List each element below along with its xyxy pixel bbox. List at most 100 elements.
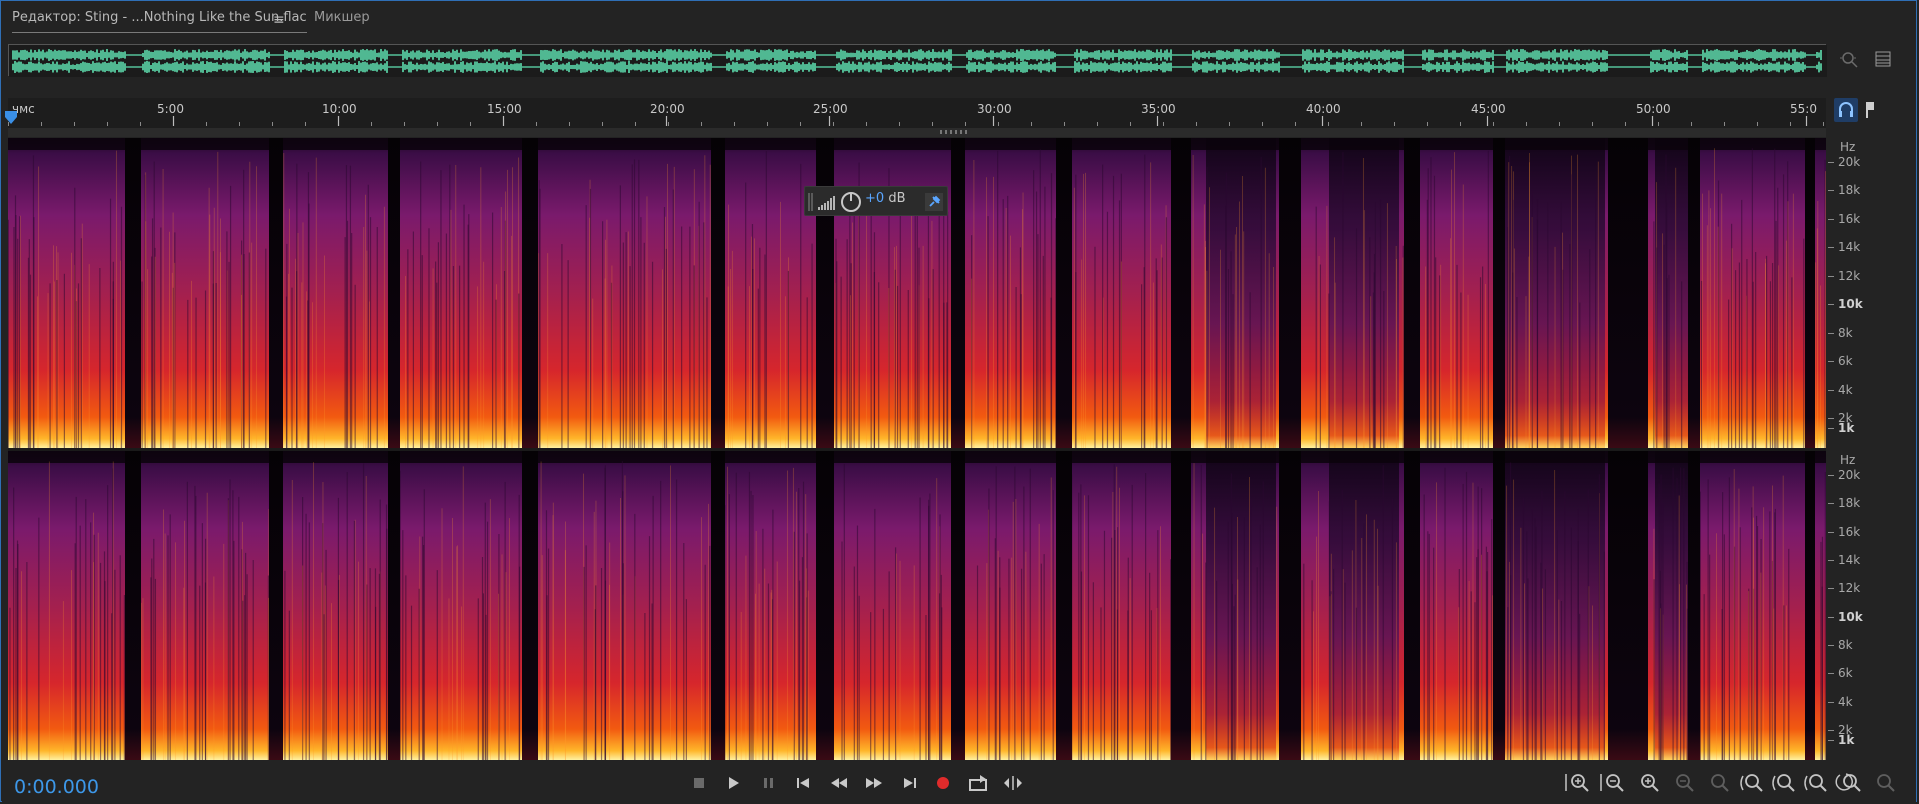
rewind-icon[interactable]	[826, 772, 852, 794]
overview-waveform[interactable]	[8, 44, 1827, 77]
ruler-label: 55:0	[1790, 102, 1817, 116]
zoom-full-icon[interactable]	[1800, 771, 1830, 795]
left-track-gap	[711, 138, 725, 448]
frequency-tick-label: 16k	[1838, 524, 1861, 539]
frequency-tick-label: 14k	[1838, 240, 1861, 255]
loop-playback-icon[interactable]	[965, 772, 991, 794]
frequency-tick	[1828, 503, 1834, 505]
volume-knob-icon[interactable]	[840, 191, 862, 213]
zoom-in-right-icon[interactable]	[1768, 771, 1798, 795]
frequency-tick-label: 10k	[1838, 297, 1863, 312]
right-track-gap	[1056, 451, 1072, 760]
headphones-icon	[1839, 102, 1853, 117]
right-track-gap	[388, 451, 400, 760]
frequency-tick-label: 10k	[1838, 609, 1863, 624]
frequency-tick	[1828, 332, 1834, 334]
frequency-tick-label: 8k	[1838, 325, 1853, 340]
ruler-label: 25:00	[813, 102, 848, 116]
frequency-tick-label: 20k	[1838, 468, 1861, 482]
playhead-marker[interactable]	[4, 110, 18, 126]
right-track-gap	[1404, 451, 1420, 760]
pause-icon[interactable]	[756, 772, 782, 794]
frequency-tick	[1828, 162, 1834, 163]
frequency-tick	[1828, 475, 1834, 476]
spectral-frequency-display[interactable]	[8, 138, 1826, 760]
frequency-tick	[1828, 247, 1834, 249]
tab-menu-icon[interactable]: ≡	[273, 10, 285, 34]
ruler-label: 40:00	[1306, 102, 1341, 116]
time-display[interactable]: 0:00.000	[14, 776, 99, 798]
gain-readout[interactable]: +0 dB	[865, 191, 905, 206]
frequency-tick	[1828, 218, 1834, 220]
scroll-grip-icon[interactable]	[940, 130, 972, 134]
ruler-label: 35:00	[1141, 102, 1176, 116]
ruler-label: 45:00	[1471, 102, 1506, 116]
transport-bar	[2, 762, 1916, 802]
stop-icon[interactable]	[686, 772, 712, 794]
go-to-start-icon[interactable]	[791, 772, 817, 794]
zoom-out-time-icon[interactable]	[1667, 771, 1697, 795]
frequency-tick	[1828, 730, 1834, 731]
left-track-gap	[1805, 138, 1815, 448]
channel-divider	[8, 448, 1826, 451]
zoom-selection-icon[interactable]	[1834, 771, 1864, 795]
frequency-tick	[1828, 304, 1834, 306]
zoom-in-left-icon[interactable]	[1736, 771, 1766, 795]
zoom-in-amplitude-icon[interactable]	[1562, 771, 1592, 795]
left-track-gap	[816, 138, 834, 448]
left-dim-region	[1655, 138, 1690, 448]
frequency-tick	[1828, 701, 1834, 703]
right-track-gap	[125, 451, 141, 760]
left-track-gap	[1404, 138, 1420, 448]
zoom-overview-icon[interactable]	[1840, 50, 1860, 70]
skip-selection-icon[interactable]	[1000, 772, 1026, 794]
overview-waveform-graphic	[9, 45, 1827, 77]
tab-mixer[interactable]: Микшер	[314, 8, 370, 32]
zoom-reset-icon[interactable]	[1702, 771, 1732, 795]
ruler-label: 10:00	[322, 102, 357, 116]
gain-value: +0	[865, 191, 885, 206]
ruler-label: 5:00	[157, 102, 184, 116]
go-to-end-icon[interactable]	[896, 772, 922, 794]
left-track-gap	[522, 138, 538, 448]
zoom-in-time-icon[interactable]	[1632, 771, 1662, 795]
frequency-tick-label: 1k	[1838, 733, 1855, 747]
play-icon[interactable]	[720, 772, 746, 794]
frequency-tick-label: 12k	[1838, 268, 1861, 283]
right-track-gap	[1688, 451, 1700, 760]
left-track-gap	[1688, 138, 1700, 448]
zoom-out-full-icon[interactable]	[1868, 771, 1898, 795]
frequency-tick	[1828, 428, 1834, 429]
frequency-tick-label: 16k	[1838, 211, 1861, 226]
ruler-label: 50:00	[1636, 102, 1671, 116]
frequency-tick	[1828, 740, 1834, 741]
frequency-tick-label: 12k	[1838, 581, 1861, 596]
tab-editor[interactable]: Редактор: Sting - ...Nothing Like the Su…	[12, 8, 307, 33]
level-meter-icon	[818, 196, 835, 210]
left-track-gap	[1493, 138, 1505, 448]
right-track-gap	[816, 451, 834, 760]
frequency-tick	[1828, 190, 1834, 192]
frequency-tick	[1828, 389, 1834, 391]
right-track-gap	[269, 451, 283, 760]
add-marker-icon[interactable]	[1862, 100, 1878, 120]
horizontal-scrollbar[interactable]	[8, 128, 1826, 137]
fast-forward-icon[interactable]	[861, 772, 887, 794]
record-icon[interactable]	[930, 772, 956, 794]
monitor-input-button[interactable]	[1834, 98, 1858, 122]
frequency-tick-label: 6k	[1838, 666, 1853, 681]
panel-toggle-icon[interactable]	[1873, 49, 1893, 69]
frequency-tick	[1828, 418, 1834, 419]
right-track-gap	[522, 451, 538, 760]
frequency-tick	[1828, 531, 1834, 533]
frequency-tick-label: 6k	[1838, 354, 1853, 369]
frequency-unit-label: Hz	[1840, 140, 1856, 154]
frequency-axis: Hz 20k 18k 16k 14k 12k 10k 8k 6k 4k 2k 1k Hz 20k 18k 16…	[1828, 138, 1916, 760]
right-track-gap	[1805, 451, 1815, 760]
left-track-gap	[951, 138, 965, 448]
pin-icon[interactable]	[925, 193, 943, 211]
frequency-tick-label: 1k	[1838, 421, 1855, 435]
zoom-out-amplitude-icon[interactable]	[1597, 771, 1627, 795]
left-track-gap	[1608, 138, 1648, 448]
frequency-tick-label: 8k	[1838, 638, 1853, 652]
